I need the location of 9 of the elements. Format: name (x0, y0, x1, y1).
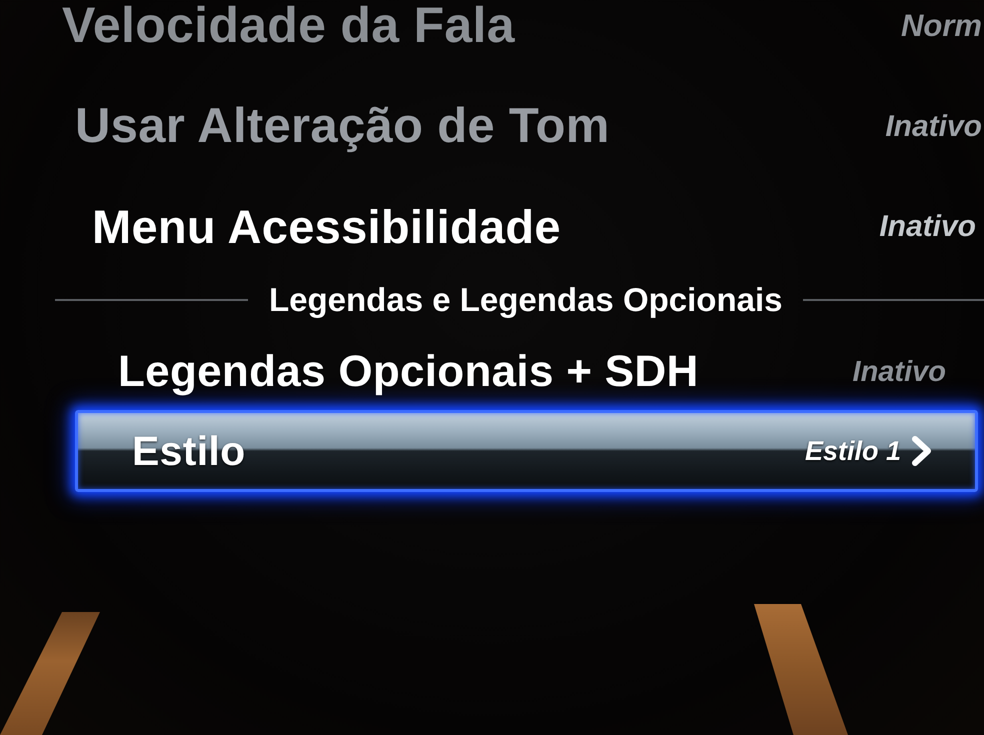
setting-value: Inativo (852, 358, 946, 386)
chevron-right-icon (911, 436, 933, 466)
setting-value: Inativo (885, 112, 982, 142)
section-header: Legendas e Legendas Opcionais (269, 283, 782, 316)
menu-item[interactable]: Menu Acessibilidade Inativo (92, 203, 976, 250)
setting-value: Norm (901, 10, 982, 40)
menu-item[interactable]: Legendas Opcionais + SDH Inativo (118, 350, 946, 394)
setting-value: Inativo (879, 212, 976, 242)
setting-value: Estilo 1 (804, 438, 901, 464)
